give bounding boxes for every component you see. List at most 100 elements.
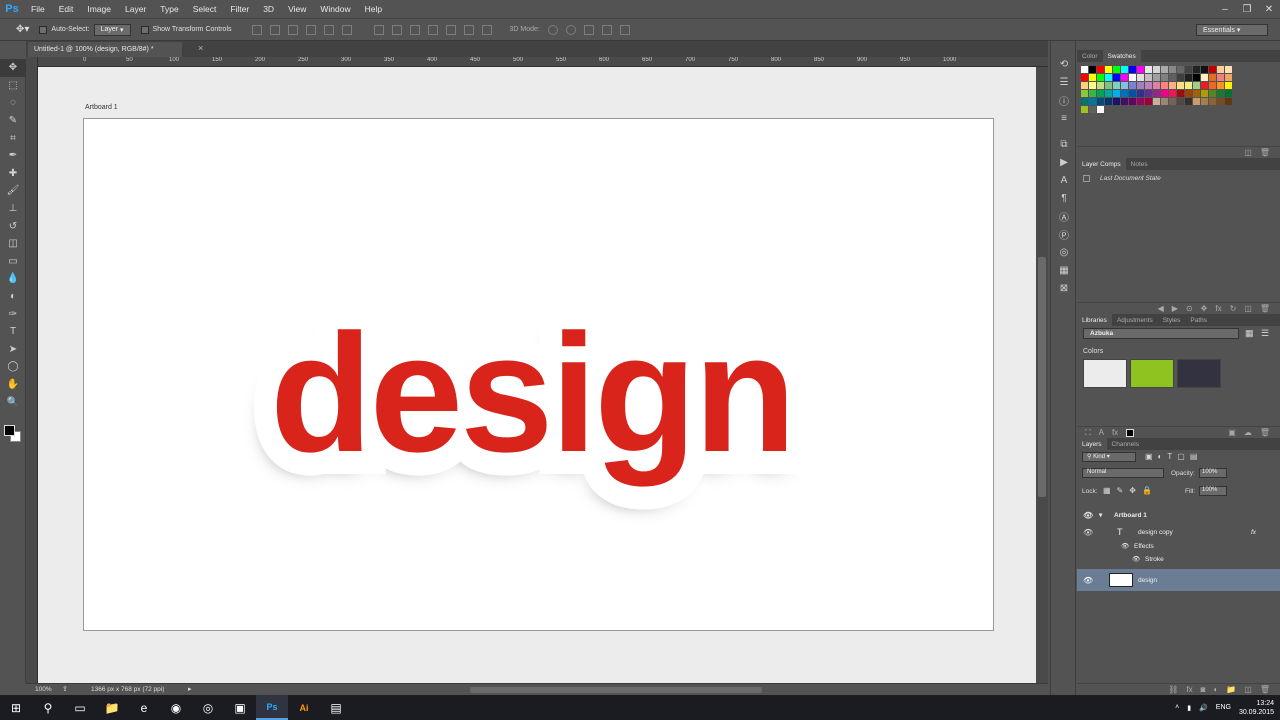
menu-filter[interactable]: Filter <box>223 4 256 14</box>
swatch[interactable] <box>1137 90 1144 97</box>
swatch[interactable] <box>1209 66 1216 73</box>
swatch[interactable] <box>1201 66 1208 73</box>
menu-type[interactable]: Type <box>153 4 185 14</box>
swatch[interactable] <box>1169 90 1176 97</box>
canvas-area[interactable]: Artboard 1 design design <box>38 67 1036 683</box>
blur-tool-icon[interactable]: 💧 <box>0 270 26 288</box>
next-comp-icon[interactable]: ▶ <box>1172 304 1178 313</box>
dodge-tool-icon[interactable]: ◐ <box>0 288 26 306</box>
clock[interactable]: 13:24 30.09.2015 <box>1239 699 1274 717</box>
swatch[interactable] <box>1209 74 1216 81</box>
taskbar-file-explorer-icon[interactable]: 📁 <box>96 695 128 720</box>
swatch[interactable] <box>1161 74 1168 81</box>
path-select-tool-icon[interactable]: ➤ <box>0 341 26 359</box>
menu-3d[interactable]: 3D <box>256 4 281 14</box>
stamp-tool-icon[interactable]: ⊥ <box>0 200 26 218</box>
restore-button[interactable]: ❐ <box>1236 0 1258 18</box>
swatch[interactable] <box>1201 74 1208 81</box>
align-vcenter-icon[interactable] <box>269 24 280 35</box>
swatch[interactable] <box>1217 90 1224 97</box>
swatch[interactable] <box>1161 98 1168 105</box>
swatch[interactable] <box>1153 66 1160 73</box>
menu-view[interactable]: View <box>281 4 313 14</box>
taskbar-chrome-icon[interactable]: ◎ <box>192 695 224 720</box>
layer-design[interactable]: 👁 design <box>1077 569 1280 591</box>
zoom-level[interactable]: 100% <box>35 686 52 693</box>
move-tool-icon[interactable]: ✥ <box>0 59 26 77</box>
swatch[interactable] <box>1209 82 1216 89</box>
tab-notes[interactable]: Notes <box>1126 158 1153 170</box>
status-export-icon[interactable]: ⇪ <box>62 685 68 693</box>
swatch[interactable] <box>1217 66 1224 73</box>
3d-scale-icon[interactable] <box>619 24 630 35</box>
menu-select[interactable]: Select <box>186 4 224 14</box>
swatch[interactable] <box>1145 98 1152 105</box>
swatch[interactable] <box>1177 90 1184 97</box>
swatch[interactable] <box>1089 98 1096 105</box>
taskbar-edge-icon[interactable]: e <box>128 695 160 720</box>
swatch[interactable] <box>1129 90 1136 97</box>
new-swatch-icon[interactable]: ◫ <box>1244 148 1252 157</box>
swatch[interactable] <box>1081 90 1088 97</box>
3d-rotate-icon[interactable] <box>547 24 558 35</box>
swatch[interactable] <box>1217 98 1224 105</box>
swatch[interactable] <box>1089 66 1096 73</box>
fx-icon[interactable]: fx <box>1251 529 1256 536</box>
measurement-icon[interactable]: ⊠ <box>1051 279 1077 297</box>
align-right-icon[interactable] <box>341 24 352 35</box>
swatch[interactable] <box>1185 98 1192 105</box>
lasso-tool-icon[interactable]: ◌ <box>0 94 26 112</box>
swatch[interactable] <box>1153 90 1160 97</box>
swatch[interactable] <box>1177 74 1184 81</box>
link-layers-icon[interactable]: ⛓ <box>1168 685 1178 694</box>
align-top-icon[interactable] <box>251 24 262 35</box>
artboard[interactable]: design design <box>83 118 994 631</box>
crop-tool-icon[interactable]: ⌗ <box>0 129 26 147</box>
brush-presets-icon[interactable]: ≡ <box>1051 109 1077 127</box>
swatch[interactable] <box>1145 66 1152 73</box>
swatch[interactable] <box>1225 66 1232 73</box>
add-character-style-icon[interactable]: A <box>1099 428 1104 437</box>
swatch[interactable] <box>1089 82 1096 89</box>
swatch[interactable] <box>1129 66 1136 73</box>
tab-styles[interactable]: Styles <box>1158 314 1186 326</box>
swatch[interactable] <box>1169 98 1176 105</box>
swatch[interactable] <box>1113 66 1120 73</box>
swatch[interactable] <box>1081 66 1088 73</box>
tab-layers[interactable]: Layers <box>1077 438 1107 450</box>
tab-channels[interactable]: Channels <box>1107 438 1144 450</box>
tray-chevron-icon[interactable]: ˄ <box>1175 704 1179 711</box>
swatch[interactable] <box>1089 106 1096 113</box>
library-dropdown[interactable]: Azbuka <box>1083 328 1239 339</box>
taskbar-task-view-icon[interactable]: ▭ <box>64 695 96 720</box>
eye-icon[interactable]: 👁 <box>1083 576 1093 585</box>
prev-comp-icon[interactable]: ◀ <box>1158 304 1164 313</box>
swatch[interactable] <box>1225 98 1232 105</box>
move-tool-preset-icon[interactable]: ✥▾ <box>16 24 29 35</box>
character-styles-icon[interactable]: Ⓐ <box>1051 207 1077 225</box>
clone-source-icon[interactable]: ⧉ <box>1051 135 1077 153</box>
swatch[interactable] <box>1225 90 1232 97</box>
swatch[interactable] <box>1201 98 1208 105</box>
status-menu-arrow-icon[interactable]: ▸ <box>188 685 192 693</box>
info-icon[interactable]: ⓘ <box>1051 91 1077 109</box>
tab-adjustments[interactable]: Adjustments <box>1112 314 1158 326</box>
show-transform-checkbox[interactable] <box>140 25 149 34</box>
taskbar-firefox-icon[interactable]: ◉ <box>160 695 192 720</box>
swatch[interactable] <box>1081 74 1088 81</box>
swatch[interactable] <box>1161 82 1168 89</box>
swatch[interactable] <box>1145 82 1152 89</box>
swatch[interactable] <box>1097 106 1104 113</box>
close-button[interactable]: ✕ <box>1258 0 1280 18</box>
menu-help[interactable]: Help <box>358 4 389 14</box>
layer-comp-checkbox[interactable] <box>1083 175 1090 182</box>
character-icon[interactable]: A <box>1051 171 1077 189</box>
library-stock-icon[interactable]: ▣ <box>1228 428 1236 437</box>
swatch[interactable] <box>1153 82 1160 89</box>
swatch[interactable] <box>1089 74 1096 81</box>
distribute-right-icon[interactable] <box>463 24 474 35</box>
swatch[interactable] <box>1113 98 1120 105</box>
3d-drag-icon[interactable] <box>583 24 594 35</box>
swatch[interactable] <box>1097 90 1104 97</box>
layer-filter-kind[interactable]: ⚲ Kind ▾ <box>1082 452 1136 462</box>
